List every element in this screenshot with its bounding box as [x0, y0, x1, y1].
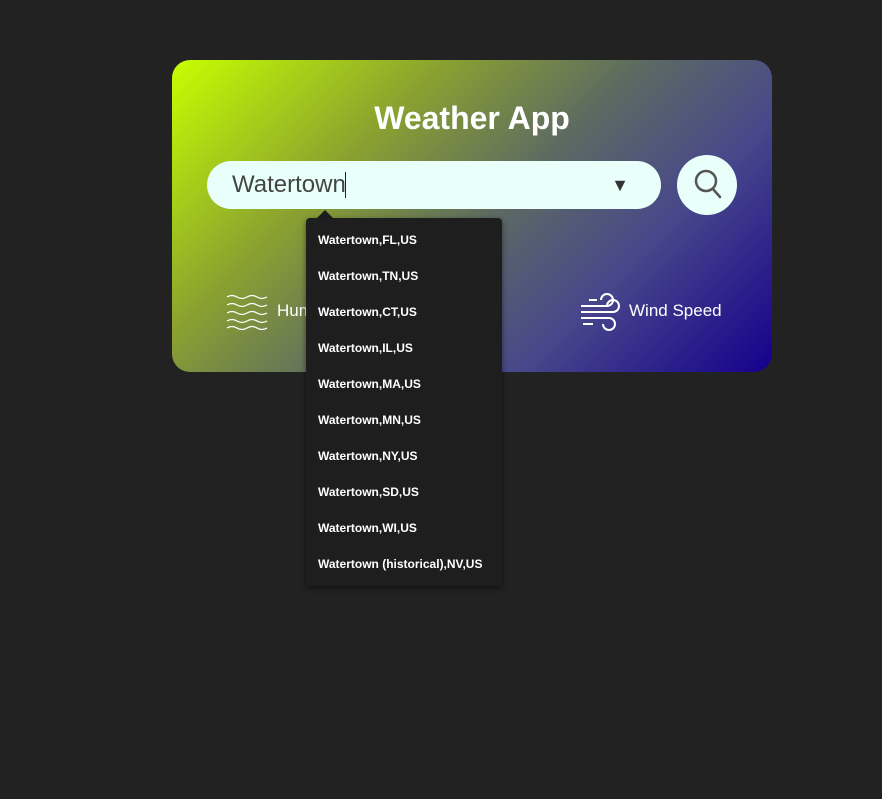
search-icon: [694, 169, 722, 199]
text-caret: [345, 172, 346, 198]
autocomplete-dropdown: Watertown,FL,US Watertown,TN,US Watertow…: [306, 218, 502, 586]
suggestion-item[interactable]: Watertown,TN,US: [318, 266, 418, 302]
suggestion-item[interactable]: Watertown,IL,US: [318, 338, 413, 374]
suggestion-item[interactable]: Watertown,SD,US: [318, 482, 419, 518]
suggestion-item[interactable]: Watertown (historical),NV,US: [318, 554, 482, 590]
suggestion-item[interactable]: Watertown,MA,US: [318, 374, 421, 410]
suggestion-item[interactable]: Watertown,CT,US: [318, 302, 417, 338]
suggestion-item[interactable]: Watertown,MN,US: [318, 410, 421, 446]
suggestion-item[interactable]: Watertown,WI,US: [318, 518, 417, 554]
waves-icon: [226, 294, 268, 330]
wind-speed-label: Wind Speed: [629, 301, 722, 320]
suggestion-item[interactable]: Watertown,NY,US: [318, 446, 418, 482]
suggestion-item[interactable]: Watertown,FL,US: [318, 230, 417, 266]
wind-icon: [581, 293, 620, 331]
search-field[interactable]: ▼: [207, 161, 661, 209]
app-title: Weather App: [374, 100, 570, 136]
triangle-down-icon[interactable]: ▼: [610, 175, 630, 195]
city-search-input[interactable]: [232, 161, 602, 209]
search-button[interactable]: [677, 155, 737, 215]
